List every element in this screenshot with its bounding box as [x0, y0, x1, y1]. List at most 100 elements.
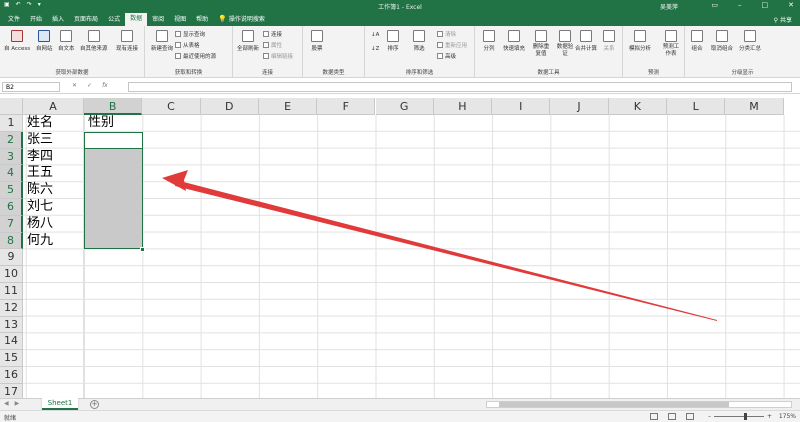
- active-cell[interactable]: [84, 131, 143, 149]
- remove-duplicates-button[interactable]: 删除重复值: [531, 30, 551, 58]
- from-table-button[interactable]: 从表格: [175, 41, 200, 49]
- fill-handle[interactable]: [140, 246, 145, 252]
- prev-sheet-icon[interactable]: ◀: [4, 400, 9, 407]
- data-validation-button[interactable]: 数据验证: [555, 30, 575, 58]
- column-header-j[interactable]: J: [550, 98, 609, 115]
- row-header-1[interactable]: 1: [0, 115, 23, 132]
- page-layout-view-icon[interactable]: [668, 413, 676, 420]
- tab-page-layout[interactable]: 页面布局: [69, 14, 103, 26]
- next-sheet-icon[interactable]: ▶: [15, 400, 20, 407]
- row-header-8[interactable]: 8: [0, 232, 23, 250]
- plus-circle-icon[interactable]: +: [90, 400, 99, 409]
- zoom-out-icon[interactable]: –: [708, 413, 711, 420]
- column-header-l[interactable]: L: [667, 98, 726, 115]
- tell-me-search[interactable]: 💡 操作说明搜索: [213, 14, 270, 26]
- show-queries-button[interactable]: 显示查询: [175, 30, 205, 38]
- scroll-thumb[interactable]: [499, 402, 729, 407]
- column-header-f[interactable]: F: [317, 98, 376, 115]
- from-other-sources-button[interactable]: 自其他来源: [80, 30, 108, 52]
- column-header-i[interactable]: I: [492, 98, 551, 115]
- cell-a5[interactable]: 陈六: [23, 182, 53, 198]
- new-query-button[interactable]: 新建查询: [151, 30, 173, 52]
- tab-formulas[interactable]: 公式: [103, 14, 125, 26]
- minimize-icon[interactable]: –: [738, 1, 742, 9]
- column-header-b[interactable]: B: [84, 98, 143, 115]
- connections-button[interactable]: 连接: [263, 30, 282, 38]
- what-if-analysis-button[interactable]: 模拟分析: [629, 30, 651, 52]
- tab-insert[interactable]: 插入: [47, 14, 69, 26]
- column-header-m[interactable]: M: [725, 98, 784, 115]
- row-header-9[interactable]: 9: [0, 249, 23, 267]
- row-header-3[interactable]: 3: [0, 148, 23, 166]
- row-header-13[interactable]: 13: [0, 316, 23, 334]
- column-header-g[interactable]: G: [375, 98, 434, 115]
- cell-a6[interactable]: 刘七: [23, 199, 53, 215]
- selected-range[interactable]: [84, 131, 143, 250]
- formula-input[interactable]: [128, 82, 792, 92]
- restore-icon[interactable]: □: [762, 1, 769, 9]
- consolidate-button[interactable]: 合并计算: [575, 30, 597, 52]
- select-all-corner[interactable]: [0, 98, 23, 115]
- cancel-icon[interactable]: ✕: [72, 82, 77, 89]
- ribbon-display-icon[interactable]: ▭: [711, 1, 718, 9]
- cell-a8[interactable]: 何九: [23, 233, 53, 249]
- tab-file[interactable]: 文件: [3, 14, 25, 26]
- ungroup-button[interactable]: 取消组合: [711, 30, 733, 52]
- tab-home[interactable]: 开始: [25, 14, 47, 26]
- column-header-a[interactable]: A: [23, 98, 84, 115]
- row-header-7[interactable]: 7: [0, 215, 23, 233]
- cell-a4[interactable]: 王五: [23, 165, 53, 181]
- row-header-16[interactable]: 16: [0, 367, 23, 384]
- column-header-h[interactable]: H: [433, 98, 493, 115]
- clear-filter-button[interactable]: 清除: [437, 30, 456, 38]
- refresh-all-button[interactable]: 全部刷新: [237, 30, 259, 52]
- normal-view-icon[interactable]: [650, 413, 658, 420]
- insert-function-icon[interactable]: fx: [102, 82, 108, 89]
- enter-icon[interactable]: ✓: [87, 82, 92, 89]
- tab-data[interactable]: 数据: [125, 13, 148, 26]
- subtotal-button[interactable]: 分类汇总: [739, 30, 761, 52]
- edit-links-button[interactable]: 编辑链接: [263, 52, 293, 60]
- recent-sources-button[interactable]: 最近使用的源: [175, 52, 216, 60]
- zoom-knob[interactable]: [744, 413, 747, 420]
- close-icon[interactable]: ✕: [788, 1, 794, 9]
- forecast-sheet-button[interactable]: 预测工作表: [661, 30, 681, 58]
- group-button[interactable]: 组合: [691, 30, 703, 52]
- sort-descending-button[interactable]: ↓Z: [371, 46, 379, 52]
- filter-button[interactable]: 筛选: [413, 30, 425, 52]
- from-web-button[interactable]: 自网站: [36, 30, 53, 52]
- sheet-tab-sheet1[interactable]: Sheet1: [42, 398, 78, 410]
- tab-help[interactable]: 帮助: [191, 14, 213, 26]
- text-to-columns-button[interactable]: 分列: [483, 30, 495, 52]
- row-header-11[interactable]: 11: [0, 283, 23, 300]
- zoom-level[interactable]: 175%: [779, 413, 796, 420]
- page-break-view-icon[interactable]: [686, 413, 694, 420]
- cell-a1[interactable]: 姓名: [23, 115, 53, 131]
- from-access-button[interactable]: 自 Access: [4, 30, 30, 52]
- stocks-button[interactable]: 股票: [311, 30, 323, 52]
- advanced-button[interactable]: 高级: [437, 52, 456, 60]
- column-header-d[interactable]: D: [200, 98, 259, 115]
- zoom-slider[interactable]: – +: [708, 413, 772, 420]
- zoom-track[interactable]: [714, 413, 764, 420]
- row-header-6[interactable]: 6: [0, 199, 23, 216]
- reapply-button[interactable]: 重新应用: [437, 41, 467, 49]
- tab-view[interactable]: 视图: [169, 14, 191, 26]
- row-header-14[interactable]: 14: [0, 333, 23, 351]
- column-header-k[interactable]: K: [608, 98, 667, 115]
- row-header-12[interactable]: 12: [0, 299, 23, 317]
- from-text-button[interactable]: 自文本: [58, 30, 75, 52]
- row-header-15[interactable]: 15: [0, 350, 23, 367]
- cell-a7[interactable]: 杨八: [23, 216, 53, 232]
- flash-fill-button[interactable]: 快速填充: [503, 30, 525, 52]
- sort-ascending-button[interactable]: ↓A: [371, 32, 379, 38]
- zoom-in-icon[interactable]: +: [767, 413, 772, 420]
- name-box[interactable]: B2: [2, 82, 60, 92]
- cell-b1[interactable]: 性别: [84, 115, 114, 131]
- horizontal-scrollbar[interactable]: [486, 401, 792, 408]
- sort-button[interactable]: 排序: [387, 30, 399, 52]
- cell-a3[interactable]: 李四: [23, 149, 53, 165]
- properties-button[interactable]: 属性: [263, 41, 282, 49]
- row-header-10[interactable]: 10: [0, 266, 23, 283]
- user-name[interactable]: 吴美萍: [660, 2, 678, 11]
